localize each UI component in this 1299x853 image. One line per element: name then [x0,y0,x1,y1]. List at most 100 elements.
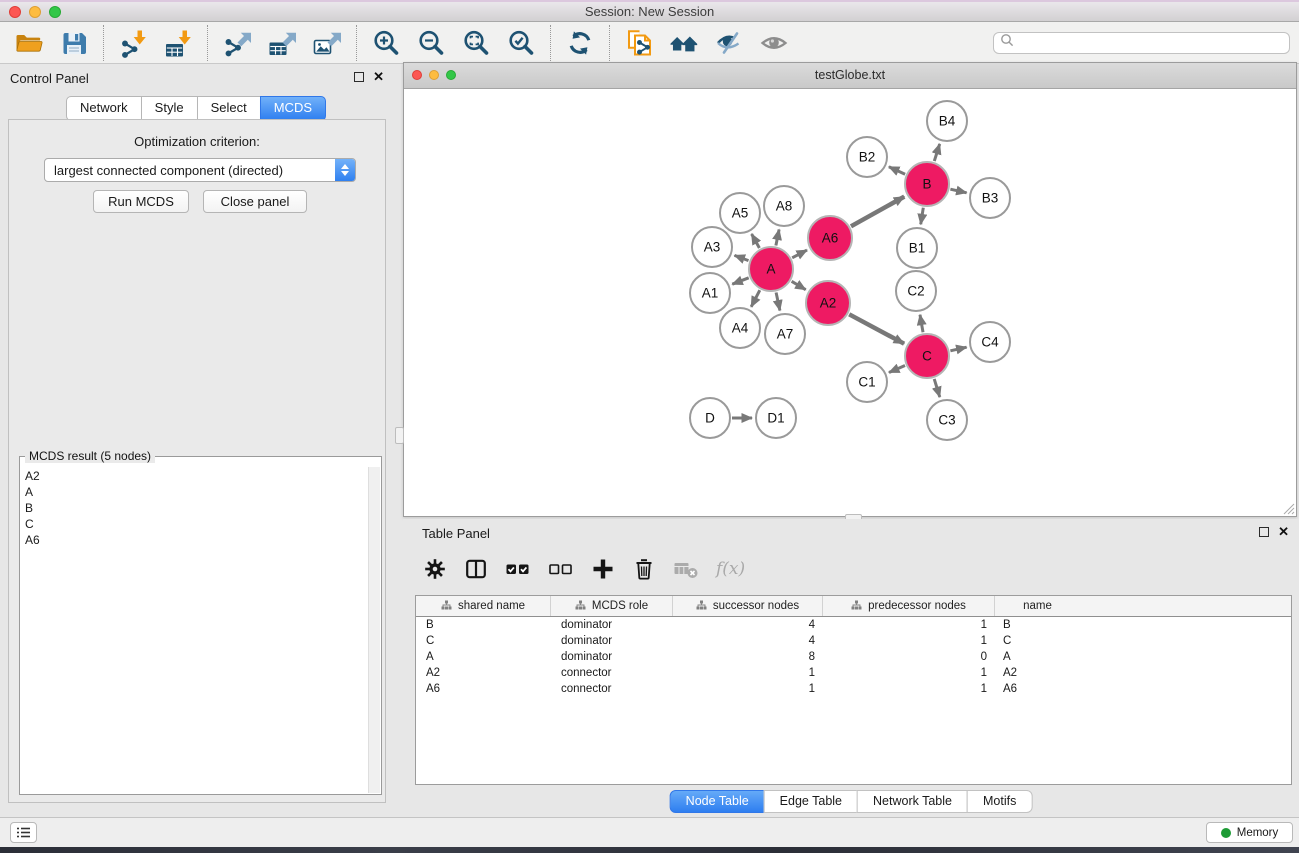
show-columns-icon[interactable] [464,557,488,581]
table-cell[interactable] [1080,617,1291,633]
table-cell[interactable]: 4 [673,633,823,649]
zoom-fit-icon[interactable] [460,27,492,59]
result-list-item[interactable]: A2 [22,468,368,484]
graph-edge-A-A4[interactable] [751,290,760,307]
export-network-icon[interactable] [221,27,253,59]
network-from-selection-icon[interactable] [623,27,655,59]
table-cell[interactable]: 1 [823,681,995,697]
search-box[interactable] [993,32,1290,54]
graph-edge-A-A3[interactable] [735,255,749,260]
graph-node-A7[interactable]: A7 [765,314,805,354]
task-history-button[interactable] [10,822,37,843]
table-cell[interactable] [1080,633,1291,649]
close-panel-icon[interactable]: ✕ [373,72,384,82]
network-zoom-button[interactable] [446,70,456,80]
run-mcds-button[interactable]: Run MCDS [93,190,189,213]
table-cell[interactable]: A6 [995,681,1080,697]
memory-button[interactable]: Memory [1206,822,1293,843]
search-input[interactable] [1018,35,1289,51]
table-row[interactable]: Adominator80A [416,649,1291,665]
graph-edge-B-B4[interactable] [934,144,939,161]
graph-edge-A-A6[interactable] [792,250,807,258]
zoom-out-icon[interactable] [415,27,447,59]
table-cell[interactable]: A6 [416,681,551,697]
export-table-icon[interactable] [266,27,298,59]
graph-edge-C-C4[interactable] [950,347,966,351]
import-table-icon[interactable] [162,27,194,59]
graph-edge-A-A7[interactable] [776,293,780,311]
import-network-icon[interactable] [117,27,149,59]
graph-edge-A-A8[interactable] [776,230,779,246]
graph-node-C3[interactable]: C3 [927,400,967,440]
table-cell[interactable] [1080,665,1291,681]
table-cell[interactable]: 4 [673,617,823,633]
result-list-item[interactable]: A [22,484,368,500]
network-canvas[interactable]: AA1A2A3A4A5A6A7A8BB1B2B3B4CC1C2C3C4DD1 [404,89,1296,516]
graph-edge-B-B1[interactable] [921,208,924,225]
network-graph[interactable]: AA1A2A3A4A5A6A7A8BB1B2B3B4CC1C2C3C4DD1 [404,89,1296,516]
graph-node-B3[interactable]: B3 [970,178,1010,218]
table-cell[interactable]: A2 [416,665,551,681]
graph-node-C[interactable]: C [905,334,949,378]
column-header-name[interactable]: name [995,596,1080,616]
minimize-window-button[interactable] [29,6,41,18]
open-folder-icon[interactable] [13,27,45,59]
graph-node-B2[interactable]: B2 [847,137,887,177]
tab-network-table[interactable]: Network Table [857,790,968,813]
table-cell[interactable] [1080,649,1291,665]
table-cell[interactable]: 1 [673,681,823,697]
table-cell[interactable] [1080,681,1291,697]
table-cell[interactable]: 1 [823,617,995,633]
table-settings-gear-icon[interactable] [423,557,447,581]
network-minimize-button[interactable] [429,70,439,80]
table-row[interactable]: A2connector11A2 [416,665,1291,681]
tab-style[interactable]: Style [141,96,198,121]
delete-column-trash-icon[interactable] [632,557,656,581]
graph-node-A[interactable]: A [749,247,793,291]
zoom-in-icon[interactable] [370,27,402,59]
deselect-all-checkboxes-icon[interactable] [548,557,574,581]
float-panel-icon[interactable] [354,72,364,82]
table-cell[interactable]: connector [551,681,673,697]
result-list-item[interactable]: B [22,500,368,516]
graph-node-D[interactable]: D [690,398,730,438]
column-header-mcds-role[interactable]: MCDS role [551,596,673,616]
graph-edge-C-C2[interactable] [920,315,923,333]
hide-selected-icon[interactable] [713,27,745,59]
table-cell[interactable]: B [416,617,551,633]
graph-node-A3[interactable]: A3 [692,227,732,267]
tab-node-table[interactable]: Node Table [670,790,765,813]
network-close-button[interactable] [412,70,422,80]
graph-node-C4[interactable]: C4 [970,322,1010,362]
add-column-icon[interactable] [591,557,615,581]
graph-node-A6[interactable]: A6 [808,216,852,260]
table-row[interactable]: A6connector11A6 [416,681,1291,697]
column-header-successor-nodes[interactable]: successor nodes [673,596,823,616]
first-neighbors-icon[interactable] [668,27,700,59]
resize-grip-icon[interactable] [1282,502,1295,515]
table-cell[interactable]: A [995,649,1080,665]
table-cell[interactable]: 1 [673,665,823,681]
table-cell[interactable]: dominator [551,649,673,665]
graph-edge-A-A2[interactable] [792,281,806,289]
tab-edge-table[interactable]: Edge Table [764,790,858,813]
column-header-predecessor-nodes[interactable]: predecessor nodes [823,596,995,616]
graph-node-A5[interactable]: A5 [720,193,760,233]
graph-edge-C-C1[interactable] [889,366,905,373]
result-list-item[interactable]: C [22,516,368,532]
float-table-panel-icon[interactable] [1259,527,1269,537]
table-row[interactable]: Bdominator41B [416,617,1291,633]
graph-edge-A2-C[interactable] [849,314,904,343]
graph-node-D1[interactable]: D1 [756,398,796,438]
table-cell[interactable]: A2 [995,665,1080,681]
splitter-handle-vertical[interactable] [395,427,404,444]
graph-node-C1[interactable]: C1 [847,362,887,402]
table-cell[interactable]: connector [551,665,673,681]
close-panel-button[interactable]: Close panel [203,190,307,213]
graph-node-B4[interactable]: B4 [927,101,967,141]
graph-node-B1[interactable]: B1 [897,228,937,268]
show-all-icon[interactable] [758,27,790,59]
graph-edge-C-C3[interactable] [934,379,940,397]
result-list-item[interactable]: A6 [22,532,368,548]
save-session-icon[interactable] [58,27,90,59]
